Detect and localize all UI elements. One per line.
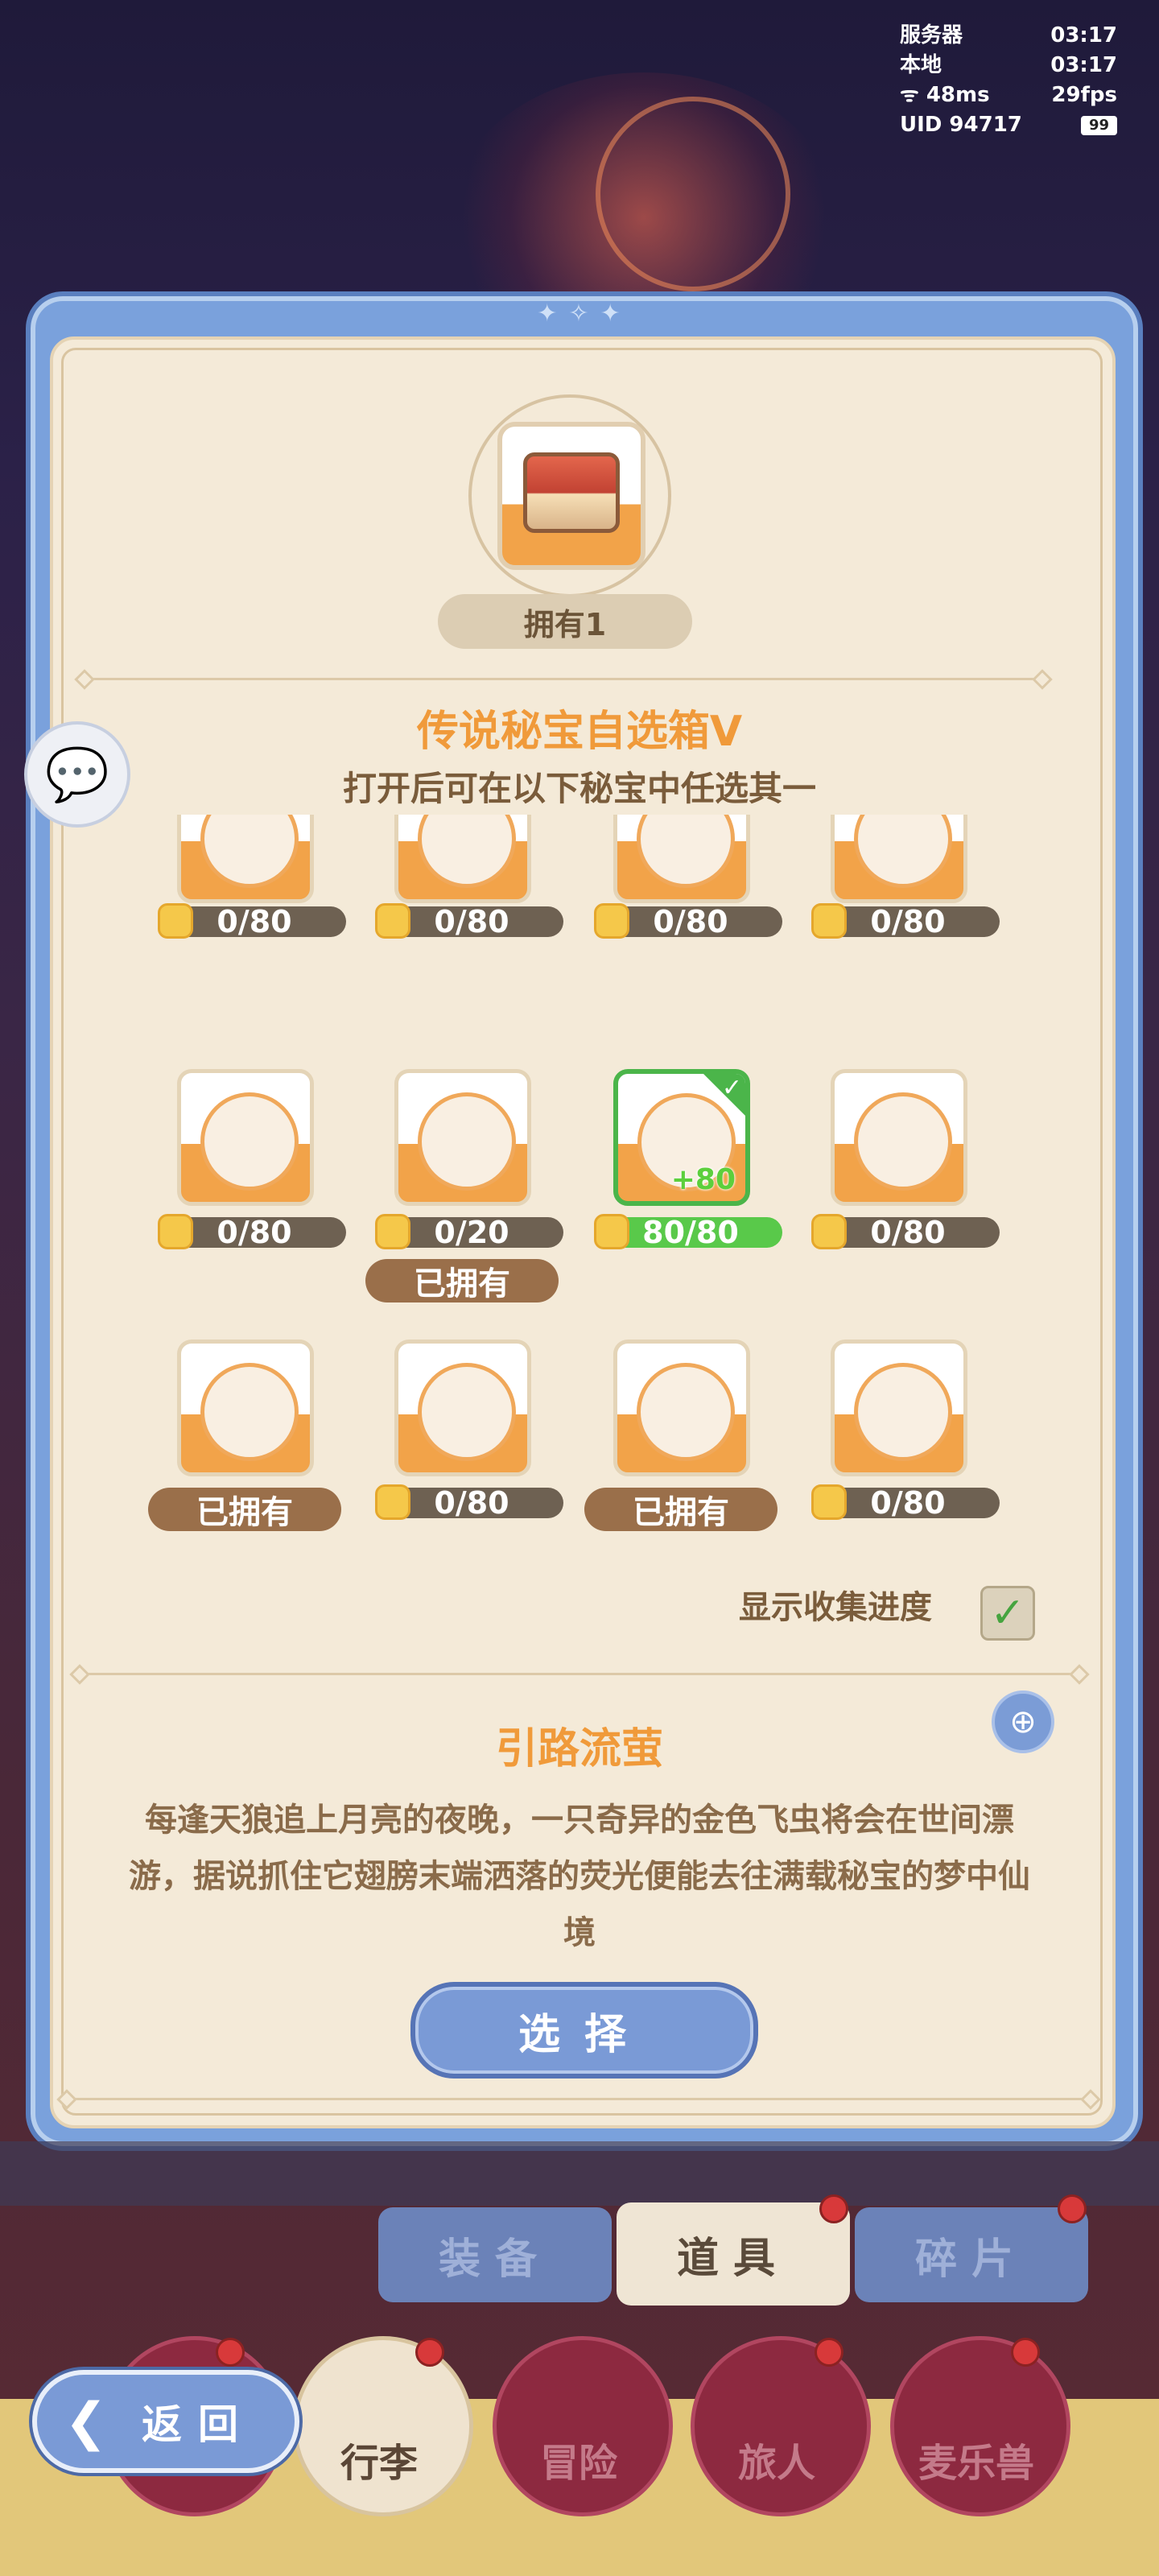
select-button[interactable]: 选择: [410, 1982, 758, 2079]
firefly-treasure-icon: ✓ +80: [613, 1069, 750, 1206]
treasure-item[interactable]: 0/20 已拥有: [362, 1069, 563, 1311]
owned-tag: 已拥有: [365, 1259, 559, 1302]
treasure-item[interactable]: 0/80: [362, 815, 563, 1008]
collect-progress: 80/80: [594, 1214, 782, 1250]
puzzle-piece-icon: [158, 903, 193, 939]
notification-dot: [1058, 2194, 1087, 2223]
local-time: 03:17: [1050, 53, 1117, 77]
notification-dot: [1011, 2338, 1040, 2367]
collect-progress: 0/80: [375, 1484, 563, 1521]
chest-icon: [497, 422, 645, 570]
nav-luggage-button[interactable]: [293, 2336, 473, 2516]
owned-count-badge: 拥有1: [438, 594, 692, 649]
nav-adventure-label: 冒险: [539, 2441, 617, 2486]
puzzle-piece-icon: [375, 903, 410, 939]
server-label: 服务器: [900, 23, 963, 47]
collect-progress: 0/80: [811, 903, 1000, 939]
star-mask-treasure-icon: [831, 1340, 967, 1476]
show-progress-checkbox[interactable]: ✓: [980, 1586, 1035, 1641]
uid-text: UID 94717: [900, 113, 1022, 137]
puzzle-piece-icon: [158, 1214, 193, 1249]
ping-value: 48ms: [926, 83, 990, 107]
check-icon: ✓: [721, 1074, 742, 1102]
selected-item-name: 引路流萤: [495, 1725, 663, 1773]
fps-value: 29fps: [1051, 83, 1117, 107]
treasure-item[interactable]: 已拥有: [145, 1340, 346, 1539]
puzzle-piece-icon: [811, 1484, 847, 1520]
coin-treasure-icon: [394, 815, 531, 903]
puzzle-piece-icon: [594, 1214, 629, 1249]
potion-treasure-icon: [831, 815, 967, 903]
crown-treasure-icon: [831, 1069, 967, 1206]
treasure-item[interactable]: 0/80: [798, 1340, 1000, 1539]
notification-dot: [815, 2338, 843, 2367]
chat-bubble-button[interactable]: 💬: [24, 721, 130, 828]
blade-treasure-icon: [394, 1069, 531, 1206]
treasure-item[interactable]: 0/80: [798, 815, 1000, 1008]
nav-pets-label: 麦乐兽: [918, 2441, 1034, 2486]
shell-treasure-icon: [613, 815, 750, 903]
puzzle-piece-icon: [811, 903, 847, 939]
category-tabs: 装备 道具 碎片: [378, 2194, 1088, 2310]
nav-pets-button[interactable]: [890, 2336, 1070, 2516]
show-progress-label: 显示收集进度: [739, 1589, 932, 1626]
wifi-icon: ᯤ: [900, 83, 919, 107]
treasure-item[interactable]: 0/80: [798, 1069, 1000, 1311]
notification-dot: [415, 2338, 444, 2367]
collect-progress: 0/80: [594, 903, 782, 939]
collect-progress: 0/80: [158, 903, 346, 939]
treasure-item[interactable]: 0/80: [145, 815, 346, 1008]
nav-travelers-button[interactable]: [691, 2336, 871, 2516]
treasure-grid[interactable]: 0/80 0/80 0/80 0/80 0/80 0/20 已拥有 ✓ +80 …: [0, 815, 1159, 1539]
puzzle-piece-icon: [594, 903, 629, 939]
treasure-item-selected[interactable]: ✓ +80 80/80: [581, 1069, 782, 1311]
tab-fragments[interactable]: 碎片: [855, 2207, 1088, 2302]
box-subtitle: 打开后可在以下秘宝中任选其一: [342, 769, 816, 808]
background-ring: [596, 97, 790, 291]
scales-treasure-icon: [177, 1069, 314, 1206]
treasure-item[interactable]: 已拥有: [581, 1340, 782, 1539]
server-time: 03:17: [1050, 23, 1117, 47]
divider: [71, 2098, 1087, 2100]
treasure-item[interactable]: 0/80: [581, 815, 782, 1008]
nav-luggage-label: 行李: [340, 2441, 418, 2486]
treasure-item[interactable]: 0/80: [362, 1340, 563, 1539]
check-icon: ✓: [990, 1589, 1025, 1637]
notification-dot: [819, 2194, 848, 2223]
tab-equipment[interactable]: 装备: [378, 2207, 612, 2302]
back-label: 返回: [142, 2401, 254, 2448]
selected-item-description: 每逢天狼追上月亮的夜晚，一只奇异的金色飞虫将会在世间漂游，据说抓住它翅膀末端洒落…: [129, 1802, 1030, 1951]
puzzle-piece-icon: [375, 1484, 410, 1520]
divider: [89, 678, 1038, 680]
speaker-treasure-icon: [177, 815, 314, 903]
notification-dot: [216, 2338, 245, 2367]
back-button[interactable]: ❮ 返回: [32, 2370, 299, 2473]
chat-icon: 💬: [45, 745, 109, 805]
collect-progress: 0/80: [375, 903, 563, 939]
tab-items[interactable]: 道具: [617, 2202, 850, 2306]
owned-tag: 已拥有: [584, 1488, 777, 1531]
nav-adventure-button[interactable]: [493, 2336, 673, 2516]
bonus-count: +80: [670, 1163, 736, 1196]
box-title: 传说秘宝自选箱V: [416, 708, 743, 756]
divider: [84, 1673, 1075, 1675]
shelf-background: [0, 2141, 1159, 2206]
owned-tag: 已拥有: [148, 1488, 341, 1531]
vortex-treasure-icon: [394, 1340, 531, 1476]
goggles-treasure-icon: [613, 1340, 750, 1476]
collect-progress: 0/80: [811, 1484, 1000, 1521]
back-arrow-icon: ❮: [64, 2392, 124, 2452]
treasure-item[interactable]: 0/80: [145, 1069, 346, 1311]
collect-progress: 0/80: [158, 1214, 346, 1250]
status-hud: 服务器 03:17 本地 03:17 ᯤ 48ms 29fps UID 94717 99: [900, 21, 1117, 140]
puzzle-piece-icon: [375, 1214, 410, 1249]
globe-treasure-icon: [177, 1340, 314, 1476]
collect-progress: 0/20: [375, 1214, 563, 1250]
collect-progress: 0/80: [811, 1214, 1000, 1250]
ornament-icon: ✦✧✦: [537, 299, 632, 328]
local-label: 本地: [900, 53, 942, 77]
puzzle-piece-icon: [811, 1214, 847, 1249]
battery-icon: 99: [1080, 115, 1117, 135]
nav-travelers-label: 旅人: [737, 2441, 815, 2486]
